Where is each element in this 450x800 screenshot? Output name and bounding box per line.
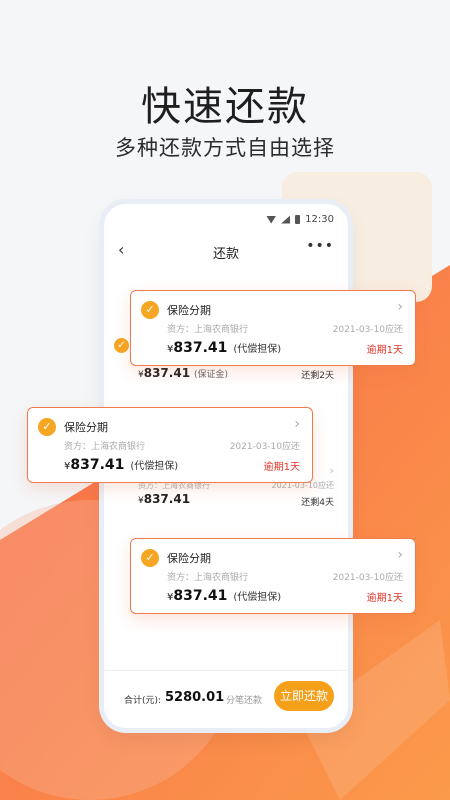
card-title: 保险分期 [167, 304, 211, 317]
list-item-remaining: 还剩4天 [301, 498, 334, 508]
card-lender: 资方：上海农商银行 [167, 573, 249, 583]
bottom-bar: 合计(元): 5280.01 分笔还款 立即还款 [104, 670, 348, 728]
card-due-date: 2021-03-10应还 [332, 573, 403, 583]
total-value: 5280.01 [165, 690, 225, 705]
list-item-amount: ¥837.41 [138, 492, 191, 506]
hero-title: 快速还款 [141, 84, 309, 130]
list-item-remaining: 还剩2天 [301, 371, 334, 381]
battery-icon [295, 215, 301, 224]
hero-subtitle: 多种还款方式自由选择 [115, 136, 335, 160]
wifi-icon [266, 215, 277, 224]
check-circle-icon[interactable]: ✓ [141, 549, 159, 567]
card-lender: 资方：上海农商银行 [167, 325, 249, 335]
chevron-right-icon: › [329, 464, 334, 477]
card-title: 保险分期 [167, 552, 211, 565]
split-payment-button[interactable]: 分笔还款 [226, 693, 262, 706]
signal-icon [281, 215, 291, 224]
list-item-amount: ¥837.41 (保证金) [138, 366, 229, 380]
repayment-card[interactable]: ✓ 保险分期 › 资方：上海农商银行 2021-03-10应还 ¥837.41(… [130, 290, 416, 366]
overdue-badge: 逾期1天 [366, 345, 403, 356]
card-amount: ¥837.41 (代偿担保) [64, 457, 179, 473]
more-dots-icon[interactable]: ••• [306, 238, 334, 254]
card-due-date: 2021-03-10应还 [332, 325, 403, 335]
repayment-card[interactable]: ✓ 保险分期 › 资方：上海农商银行 2021-03-10应还 ¥837.41(… [130, 538, 416, 614]
status-bar: 12:30 [266, 214, 334, 225]
check-circle-icon[interactable]: ✓ [141, 301, 159, 319]
chevron-right-icon: › [397, 547, 403, 563]
overdue-badge: 逾期1天 [366, 593, 403, 604]
overdue-badge: 逾期1天 [263, 462, 300, 473]
nav-bar: ‹ 还款 ••• [104, 238, 348, 268]
card-lender: 资方：上海农商银行 [64, 442, 146, 452]
chevron-right-icon: › [397, 299, 403, 315]
card-title: 保险分期 [64, 421, 108, 434]
check-circle-icon[interactable]: ✓ [38, 418, 56, 436]
total-label: 合计(元): [124, 696, 162, 706]
pay-now-button[interactable]: 立即还款 [274, 681, 334, 711]
card-amount: ¥837.41 (代偿担保) [167, 588, 282, 604]
check-circle-icon: ✓ [114, 338, 129, 353]
status-time: 12:30 [305, 214, 334, 225]
card-due-date: 2021-03-10应还 [229, 442, 300, 452]
card-amount: ¥837.41 (代偿担保) [167, 340, 282, 356]
repayment-card[interactable]: ✓ 保险分期 › 资方：上海农商银行 2021-03-10应还 ¥837.41(… [27, 407, 313, 483]
chevron-right-icon: › [294, 416, 300, 432]
